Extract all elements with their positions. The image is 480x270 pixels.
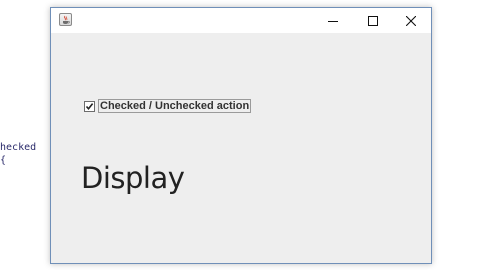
checkbox-box[interactable]	[84, 100, 95, 112]
title-bar[interactable]	[51, 8, 431, 33]
application-window: Checked / Unchecked action Display	[50, 7, 432, 264]
code-line: checked	[0, 142, 37, 153]
background-code-editor: checked {	[0, 141, 42, 167]
checkbox-label[interactable]: Checked / Unchecked action	[98, 99, 252, 113]
checked-unchecked-checkbox[interactable]: Checked / Unchecked action	[84, 99, 252, 113]
display-label: Display	[81, 161, 185, 195]
maximize-button[interactable]	[353, 8, 393, 33]
maximize-icon	[368, 15, 378, 26]
code-line: {	[0, 155, 7, 166]
close-button[interactable]	[391, 8, 431, 33]
minimize-button[interactable]	[313, 8, 353, 33]
minimize-icon	[328, 20, 338, 22]
content-pane: Checked / Unchecked action Display	[51, 33, 431, 263]
close-icon	[406, 15, 416, 26]
java-coffee-icon[interactable]	[59, 13, 72, 26]
screen: checked {	[0, 0, 480, 270]
checkmark-icon	[85, 102, 94, 110]
